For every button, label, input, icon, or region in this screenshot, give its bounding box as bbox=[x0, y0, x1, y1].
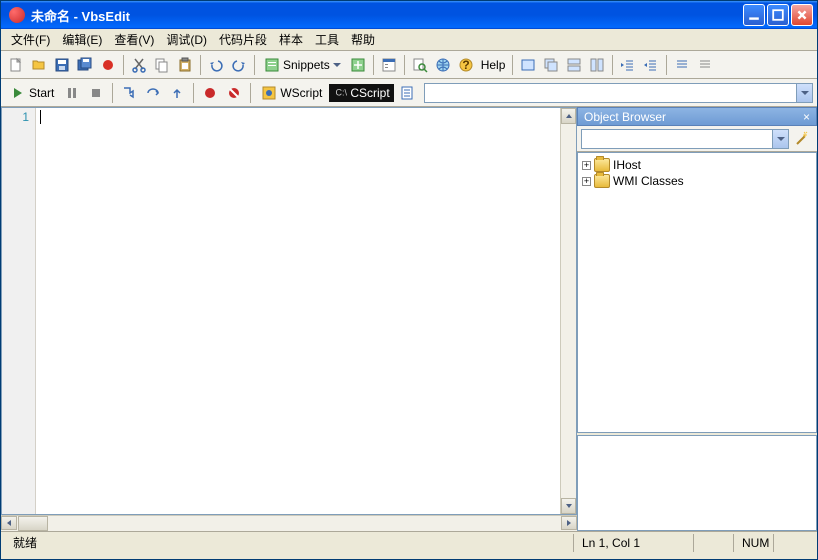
chevron-down-icon[interactable] bbox=[772, 130, 788, 148]
window-vert-button[interactable] bbox=[586, 54, 608, 76]
panel-close-button[interactable]: × bbox=[803, 110, 810, 124]
redo-button[interactable] bbox=[228, 54, 250, 76]
snippets-button[interactable]: Snippets bbox=[259, 55, 346, 75]
uncomment-button[interactable] bbox=[694, 54, 716, 76]
status-ready: 就绪 bbox=[5, 534, 573, 552]
outdent-button[interactable] bbox=[617, 54, 639, 76]
cut-button[interactable] bbox=[128, 54, 150, 76]
status-num: NUM bbox=[733, 534, 773, 552]
vertical-scrollbar[interactable] bbox=[560, 108, 576, 514]
wscript-button[interactable]: WScript bbox=[256, 83, 327, 103]
code-editor[interactable] bbox=[36, 108, 560, 514]
magic-wand-button[interactable] bbox=[791, 128, 813, 150]
cscript-button[interactable]: C:\ CScript bbox=[329, 84, 393, 102]
menu-edit[interactable]: 编辑(E) bbox=[56, 29, 108, 50]
svg-text:C:\: C:\ bbox=[336, 87, 348, 97]
minimize-button[interactable] bbox=[743, 4, 765, 26]
menu-bar: 文件(F) 编辑(E) 查看(V) 调试(D) 代码片段 样本 工具 帮助 bbox=[1, 29, 817, 51]
tree-label: IHost bbox=[613, 158, 641, 172]
main-area: 1 Object Browser × bbox=[1, 107, 817, 531]
toolbar-debug: Start WScript C:\ CScript bbox=[1, 79, 817, 107]
breakpoint-clear-button[interactable] bbox=[223, 82, 245, 104]
line-gutter: 1 bbox=[2, 108, 36, 514]
menu-help[interactable]: 帮助 bbox=[345, 29, 381, 50]
open-file-button[interactable] bbox=[28, 54, 50, 76]
pause-button[interactable] bbox=[61, 82, 83, 104]
snippet-manage-button[interactable] bbox=[347, 54, 369, 76]
step-out-button[interactable] bbox=[166, 82, 188, 104]
find-button[interactable] bbox=[409, 54, 431, 76]
chevron-down-icon[interactable] bbox=[796, 84, 812, 102]
scroll-down-button[interactable] bbox=[561, 498, 576, 514]
folder-icon bbox=[594, 174, 610, 188]
chevron-down-icon bbox=[333, 63, 341, 67]
folder-icon bbox=[594, 158, 610, 172]
panel-toolbar bbox=[577, 126, 817, 152]
scroll-thumb[interactable] bbox=[18, 516, 48, 531]
wscript-label: WScript bbox=[280, 86, 322, 100]
menu-file[interactable]: 文件(F) bbox=[5, 29, 56, 50]
window-tile-button[interactable] bbox=[517, 54, 539, 76]
status-bar: 就绪 Ln 1, Col 1 NUM bbox=[1, 531, 817, 553]
step-over-button[interactable] bbox=[142, 82, 164, 104]
browse-button[interactable] bbox=[432, 54, 454, 76]
title-bar: 未命名 - VbsEdit bbox=[1, 1, 817, 29]
undo-button[interactable] bbox=[205, 54, 227, 76]
start-button[interactable]: Start bbox=[5, 83, 59, 103]
panel-header[interactable]: Object Browser × bbox=[577, 107, 817, 126]
panel-title: Object Browser bbox=[584, 110, 666, 124]
breakpoint-toggle-button[interactable] bbox=[199, 82, 221, 104]
help-label[interactable]: Help bbox=[478, 58, 509, 72]
horizontal-scrollbar[interactable] bbox=[1, 515, 577, 531]
menu-snippets[interactable]: 代码片段 bbox=[213, 29, 273, 50]
indent-button[interactable] bbox=[640, 54, 662, 76]
help-button[interactable]: ? bbox=[455, 54, 477, 76]
paste-button[interactable] bbox=[174, 54, 196, 76]
start-label: Start bbox=[29, 86, 54, 100]
expand-icon[interactable]: + bbox=[582, 161, 591, 170]
object-tree[interactable]: + IHost + WMI Classes bbox=[577, 152, 817, 433]
scroll-right-button[interactable] bbox=[561, 516, 577, 530]
tree-label: WMI Classes bbox=[613, 174, 684, 188]
stop-button[interactable] bbox=[85, 82, 107, 104]
maximize-button[interactable] bbox=[767, 4, 789, 26]
snippets-label: Snippets bbox=[283, 58, 330, 72]
copy-button[interactable] bbox=[151, 54, 173, 76]
window-cascade-button[interactable] bbox=[540, 54, 562, 76]
menu-debug[interactable]: 调试(D) bbox=[160, 29, 213, 50]
new-file-button[interactable] bbox=[5, 54, 27, 76]
tree-node[interactable]: + IHost bbox=[580, 157, 814, 173]
menu-tools[interactable]: 工具 bbox=[309, 29, 345, 50]
editor-pane: 1 bbox=[1, 107, 577, 515]
app-icon bbox=[9, 7, 25, 23]
object-filter-combo[interactable] bbox=[581, 129, 789, 149]
toolbar-main: Snippets ? Help bbox=[1, 51, 817, 79]
script-combo[interactable] bbox=[424, 83, 813, 103]
expand-icon[interactable]: + bbox=[582, 177, 591, 186]
properties-button[interactable] bbox=[378, 54, 400, 76]
step-into-button[interactable] bbox=[118, 82, 140, 104]
save-button[interactable] bbox=[51, 54, 73, 76]
comment-button[interactable] bbox=[671, 54, 693, 76]
scroll-up-button[interactable] bbox=[561, 108, 576, 124]
line-number: 1 bbox=[2, 110, 29, 124]
save-all-button[interactable] bbox=[74, 54, 96, 76]
object-detail-panel bbox=[577, 435, 817, 531]
close-button[interactable] bbox=[791, 4, 813, 26]
object-browser-panel: Object Browser × + IHost + WMI Classes bbox=[577, 107, 817, 531]
text-cursor bbox=[40, 110, 41, 124]
status-position: Ln 1, Col 1 bbox=[573, 534, 693, 552]
menu-view[interactable]: 查看(V) bbox=[108, 29, 160, 50]
scroll-left-button[interactable] bbox=[1, 516, 17, 530]
window-title: 未命名 - VbsEdit bbox=[29, 6, 743, 25]
menu-samples[interactable]: 样本 bbox=[273, 29, 309, 50]
tree-node[interactable]: + WMI Classes bbox=[580, 173, 814, 189]
cscript-label: CScript bbox=[350, 86, 389, 100]
document-button[interactable] bbox=[396, 82, 418, 104]
record-button[interactable] bbox=[97, 54, 119, 76]
window-horiz-button[interactable] bbox=[563, 54, 585, 76]
svg-text:?: ? bbox=[462, 58, 469, 72]
